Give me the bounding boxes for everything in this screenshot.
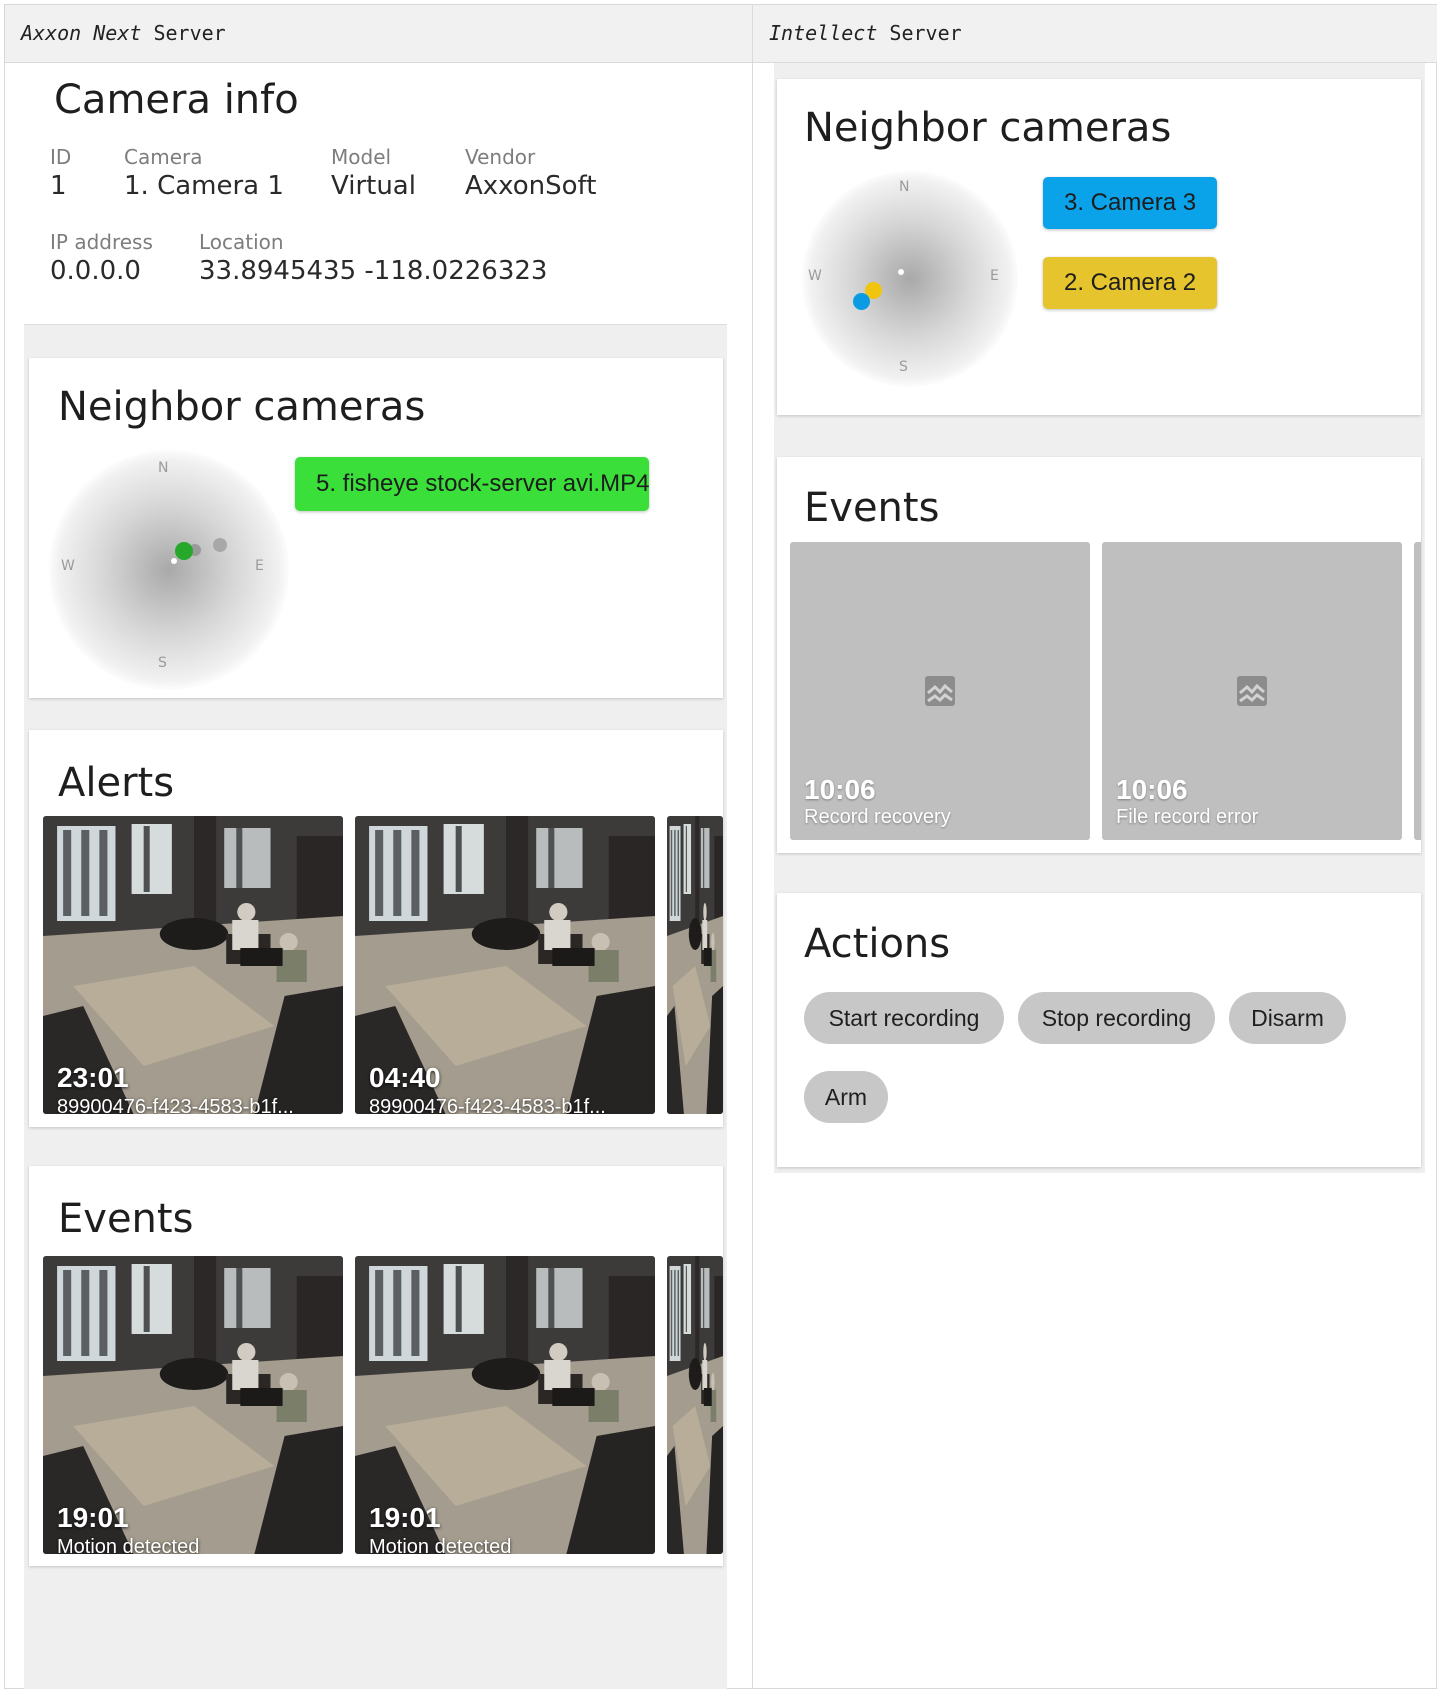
alert-snapshot-image	[667, 816, 723, 1114]
disarm-button[interactable]: Disarm	[1229, 992, 1346, 1044]
axxon-column-header: Axxon Next Server	[5, 5, 753, 63]
arm-button[interactable]: Arm	[804, 1071, 888, 1123]
alert-thumbnail-partial[interactable]	[667, 816, 723, 1114]
neighbor-cameras-card: Neighbor cameras N S W E 5. fisheye stoc…	[29, 358, 723, 698]
vendor-value: AxxonSoft	[465, 171, 597, 201]
intellect-column-header: Intellect Server	[753, 5, 1437, 63]
neighbor-camera-2-button[interactable]: 2. Camera 2	[1043, 257, 1217, 309]
intellect-header-name: Intellect	[769, 21, 878, 45]
neighbor-marker-blue[interactable]	[853, 293, 870, 310]
model-field: Model Virtual	[331, 145, 416, 201]
location-label: Location	[199, 230, 284, 254]
event-time: 19:01	[57, 1502, 129, 1533]
compass-east-label: E	[990, 268, 999, 284]
axxon-panel: Camera info ID 1 Camera 1. Camera 1 Mode…	[24, 63, 727, 1689]
event-thumbnail-partial[interactable]	[667, 1256, 723, 1554]
broken-image-icon	[1237, 676, 1267, 706]
camera-info-title: Camera info	[54, 77, 299, 123]
neighbor-compass: N S W E	[802, 171, 1018, 387]
intellect-events-card: Events 10:06 Record recovery 10:06 File …	[777, 457, 1421, 853]
id-label: ID	[50, 145, 72, 169]
event-time: 10:06	[804, 774, 876, 805]
compass-west-label: W	[61, 558, 75, 574]
event-type: File record error	[1116, 806, 1259, 828]
event-thumbnail[interactable]: 19:01 Motion detected	[43, 1256, 343, 1554]
compass-north-label: N	[158, 460, 169, 476]
alerts-title: Alerts	[58, 760, 175, 806]
event-type: Record recovery	[804, 806, 951, 828]
broken-image-icon	[925, 676, 955, 706]
id-field: ID 1	[50, 145, 71, 201]
intellect-panel: Neighbor cameras N S W E 3. Camera 3 2. …	[774, 63, 1425, 1173]
vendor-field: Vendor AxxonSoft	[465, 145, 596, 201]
neighbor-marker-green[interactable]	[175, 542, 193, 560]
neighbor-camera-3-button[interactable]: 3. Camera 3	[1043, 177, 1217, 229]
event-thumbnail[interactable]: 19:01 Motion detected	[355, 1256, 655, 1554]
event-thumbnail-partial[interactable]	[1414, 542, 1421, 840]
event-type: Motion detected	[369, 1536, 512, 1554]
stop-recording-button[interactable]: Stop recording	[1018, 992, 1215, 1044]
event-time: 19:01	[369, 1502, 441, 1533]
compass-west-label: W	[808, 268, 822, 284]
actions-title: Actions	[804, 921, 951, 967]
events-title: Events	[58, 1196, 194, 1242]
alert-thumbnail[interactable]: 23:01 89900476-f423-4583-b1f...	[43, 816, 343, 1114]
location-value: 33.8945435 -118.0226323	[199, 256, 548, 286]
event-time: 10:06	[1116, 774, 1188, 805]
compass-east-label: E	[255, 558, 264, 574]
ip-address-value: 0.0.0.0	[50, 256, 141, 286]
event-snapshot-image	[667, 1256, 723, 1554]
compass-south-label: S	[158, 655, 167, 671]
vendor-label: Vendor	[465, 145, 536, 169]
axxon-header-suffix: Server	[141, 21, 226, 45]
alert-time: 04:40	[369, 1062, 441, 1093]
model-value: Virtual	[331, 171, 416, 201]
alert-thumbnail[interactable]: 04:40 89900476-f423-4583-b1f...	[355, 816, 655, 1114]
event-thumbnail[interactable]: 10:06 File record error	[1102, 542, 1402, 840]
compass-south-label: S	[899, 359, 908, 375]
alert-id: 89900476-f423-4583-b1f...	[369, 1096, 606, 1114]
events-title: Events	[804, 485, 940, 531]
camera-field: Camera 1. Camera 1	[124, 145, 284, 201]
ip-address-label: IP address	[50, 230, 153, 254]
neighbor-cameras-title: Neighbor cameras	[804, 105, 1172, 151]
id-value: 1	[50, 171, 67, 201]
actions-card: Actions Start recording Stop recording D…	[777, 893, 1421, 1167]
axxon-events-card: Events 19:01 Motion detected 19:01 Motio…	[29, 1166, 723, 1566]
alerts-card: Alerts 23:01 89900476-f423-4583-b1f... 0…	[29, 730, 723, 1127]
event-type: Motion detected	[57, 1536, 200, 1554]
neighbor-compass: N S W E	[49, 450, 289, 690]
model-label: Model	[331, 145, 392, 169]
alert-id: 89900476-f423-4583-b1f...	[57, 1096, 294, 1114]
camera-label: Camera	[124, 145, 203, 169]
ip-address-field: IP address 0.0.0.0	[50, 230, 153, 286]
current-camera-marker	[898, 269, 904, 275]
axxon-header-name: Axxon Next	[21, 21, 142, 45]
compass-north-label: N	[899, 179, 910, 195]
location-field: Location 33.8945435 -118.0226323	[199, 230, 547, 286]
camera-value: 1. Camera 1	[124, 171, 284, 201]
neighbor-marker-gray[interactable]	[213, 538, 227, 552]
current-camera-marker	[171, 558, 177, 564]
alert-time: 23:01	[57, 1062, 129, 1093]
event-thumbnail[interactable]: 10:06 Record recovery	[790, 542, 1090, 840]
neighbor-camera-button[interactable]: 5. fisheye stock-server avi.MP4	[295, 457, 649, 511]
column-divider	[752, 62, 753, 1689]
neighbor-cameras-title: Neighbor cameras	[58, 384, 426, 430]
start-recording-button[interactable]: Start recording	[804, 992, 1004, 1044]
intellect-header-suffix: Server	[877, 21, 962, 45]
camera-info-card: Camera info ID 1 Camera 1. Camera 1 Mode…	[24, 63, 727, 325]
intellect-neighbor-cameras-card: Neighbor cameras N S W E 3. Camera 3 2. …	[777, 79, 1421, 415]
